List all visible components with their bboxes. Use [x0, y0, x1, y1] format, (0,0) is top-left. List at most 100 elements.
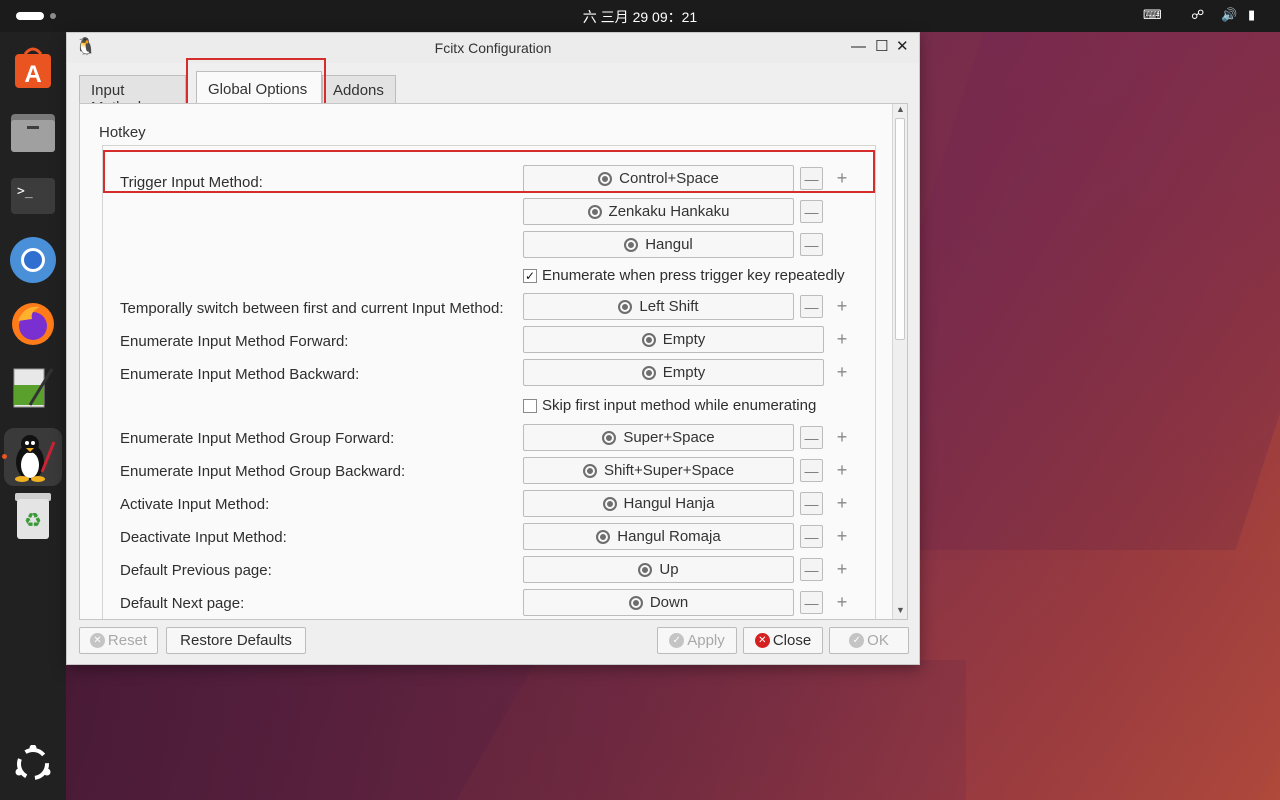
skip-first-checkbox[interactable]: Skip first input method while enumeratin…	[523, 397, 816, 414]
group-forward-label: Enumerate Input Method Group Forward:	[120, 430, 395, 447]
close-window-button[interactable]: ✕	[896, 38, 909, 56]
add-key-button[interactable]: +	[832, 493, 852, 513]
top-bar: 六 三月 29 09：21 ⌨ ☍ 🔊 ▮	[0, 0, 1280, 32]
temp-switch-key-button[interactable]: Left Shift	[523, 293, 794, 320]
group-backward-label: Enumerate Input Method Group Backward:	[120, 463, 406, 480]
tab-addons[interactable]: Addons	[322, 75, 396, 103]
reset-button[interactable]: ✕ Reset	[79, 627, 158, 654]
add-key-button[interactable]: +	[832, 168, 852, 188]
group-forward-key-button[interactable]: Super+Space	[523, 424, 794, 451]
deactivate-key-button[interactable]: Hangul Romaja	[523, 523, 794, 550]
section-title: Hotkey	[99, 124, 146, 141]
firefox-icon[interactable]	[9, 300, 57, 348]
enum-backward-label: Enumerate Input Method Backward:	[120, 366, 360, 383]
key-ring-icon	[582, 463, 597, 478]
network-icon[interactable]: ☍	[1191, 7, 1204, 23]
remove-key-button[interactable]: —	[800, 558, 823, 581]
battery-icon[interactable]: ▮	[1248, 7, 1255, 23]
show-apps-icon[interactable]	[9, 740, 57, 788]
next-page-label: Default Next page:	[120, 595, 245, 612]
svg-text:A: A	[24, 61, 41, 88]
key-ring-icon	[602, 496, 617, 511]
fcitx-config-icon[interactable]	[4, 428, 62, 486]
keyboard-icon[interactable]: ⌨	[1143, 7, 1162, 23]
remove-key-button[interactable]: —	[800, 426, 823, 449]
close-button[interactable]: ✕ Close	[743, 627, 823, 654]
activate-label: Activate Input Method:	[120, 496, 270, 513]
checkbox-unchecked	[523, 398, 537, 413]
apply-check-icon: ✓	[669, 633, 685, 648]
apply-button[interactable]: ✓ Apply	[657, 627, 737, 654]
remove-key-button[interactable]: —	[800, 200, 823, 223]
close-icon: ✕	[754, 633, 770, 648]
checkbox-checked: ✓	[523, 268, 537, 283]
key-ring-icon	[638, 562, 653, 577]
scroll-thumb[interactable]	[895, 118, 905, 340]
terminal-icon[interactable]: >_	[9, 172, 57, 220]
key-ring-icon	[641, 332, 656, 347]
minimize-button[interactable]: —	[851, 38, 866, 56]
svg-text:>_: >_	[17, 184, 33, 199]
enumerate-repeat-checkbox[interactable]: ✓ Enumerate when press trigger key repeat…	[523, 267, 845, 284]
remove-key-button[interactable]: —	[800, 525, 823, 548]
scroll-down-arrow-icon[interactable]: ▼	[893, 605, 907, 619]
remove-key-button[interactable]: —	[800, 167, 823, 190]
app-center-icon[interactable]: A	[9, 44, 57, 92]
add-key-button[interactable]: +	[832, 592, 852, 612]
scroll-up-arrow-icon[interactable]: ▲	[893, 104, 907, 118]
trigger-key-button[interactable]: Control+Space	[523, 165, 794, 192]
add-key-button[interactable]: +	[832, 362, 852, 382]
deactivate-label: Deactivate Input Method:	[120, 529, 287, 546]
text-editor-icon[interactable]	[9, 364, 57, 412]
activate-key-button[interactable]: Hangul Hanja	[523, 490, 794, 517]
enum-forward-key-button[interactable]: Empty	[523, 326, 824, 353]
trigger-input-method-label: Trigger Input Method:	[120, 174, 263, 191]
add-key-button[interactable]: +	[832, 329, 852, 349]
next-page-key-button[interactable]: Down	[523, 589, 794, 616]
chromium-icon[interactable]	[9, 236, 57, 284]
tab-input-method[interactable]: Input Method	[79, 75, 186, 116]
dock: A >_ ♻	[0, 32, 66, 800]
remove-key-button[interactable]: —	[800, 295, 823, 318]
group-backward-key-button[interactable]: Shift+Super+Space	[523, 457, 794, 484]
key-ring-icon	[628, 595, 643, 610]
vertical-scrollbar[interactable]: ▲ ▼	[892, 104, 907, 619]
add-key-button[interactable]: +	[832, 427, 852, 447]
key-ring-icon	[598, 171, 613, 186]
add-key-button[interactable]: +	[832, 526, 852, 546]
files-icon[interactable]	[9, 108, 57, 156]
add-key-button[interactable]: +	[832, 460, 852, 480]
tab-global-options[interactable]: Global Options	[196, 71, 322, 103]
remove-key-button[interactable]: —	[800, 591, 823, 614]
key-ring-icon	[618, 299, 633, 314]
svg-text:♻: ♻	[24, 508, 42, 532]
running-indicator	[2, 454, 7, 459]
key-ring-icon	[624, 237, 639, 252]
restore-defaults-button[interactable]: Restore Defaults	[166, 627, 306, 654]
add-key-button[interactable]: +	[832, 296, 852, 316]
wallpaper-shape	[66, 660, 966, 800]
fcitx-configuration-window: 🐧 Fcitx Configuration — ☐ ✕ Input Method…	[66, 32, 920, 665]
enum-forward-label: Enumerate Input Method Forward:	[120, 333, 349, 350]
ok-check-icon: ✓	[849, 633, 865, 648]
key-ring-icon	[602, 430, 617, 445]
prev-page-label: Default Previous page:	[120, 562, 272, 579]
global-options-panel: Hotkey Trigger Input Method: Control+Spa…	[79, 103, 908, 620]
add-key-button[interactable]: +	[832, 559, 852, 579]
clock[interactable]: 六 三月 29 09：21	[0, 7, 1280, 27]
titlebar[interactable]: 🐧 Fcitx Configuration — ☐ ✕	[67, 33, 919, 63]
remove-key-button[interactable]: —	[800, 459, 823, 482]
trigger-key-button[interactable]: Hangul	[523, 231, 794, 258]
key-ring-icon	[587, 204, 602, 219]
reset-icon: ✕	[89, 633, 105, 648]
remove-key-button[interactable]: —	[800, 492, 823, 515]
enum-backward-key-button[interactable]: Empty	[523, 359, 824, 386]
prev-page-key-button[interactable]: Up	[523, 556, 794, 583]
temp-switch-label: Temporally switch between first and curr…	[120, 300, 504, 317]
ok-button[interactable]: ✓ OK	[829, 627, 909, 654]
volume-icon[interactable]: 🔊	[1221, 7, 1237, 23]
maximize-button[interactable]: ☐	[875, 38, 888, 56]
remove-key-button[interactable]: —	[800, 233, 823, 256]
trigger-key-button[interactable]: Zenkaku Hankaku	[523, 198, 794, 225]
trash-icon[interactable]: ♻	[9, 492, 57, 540]
